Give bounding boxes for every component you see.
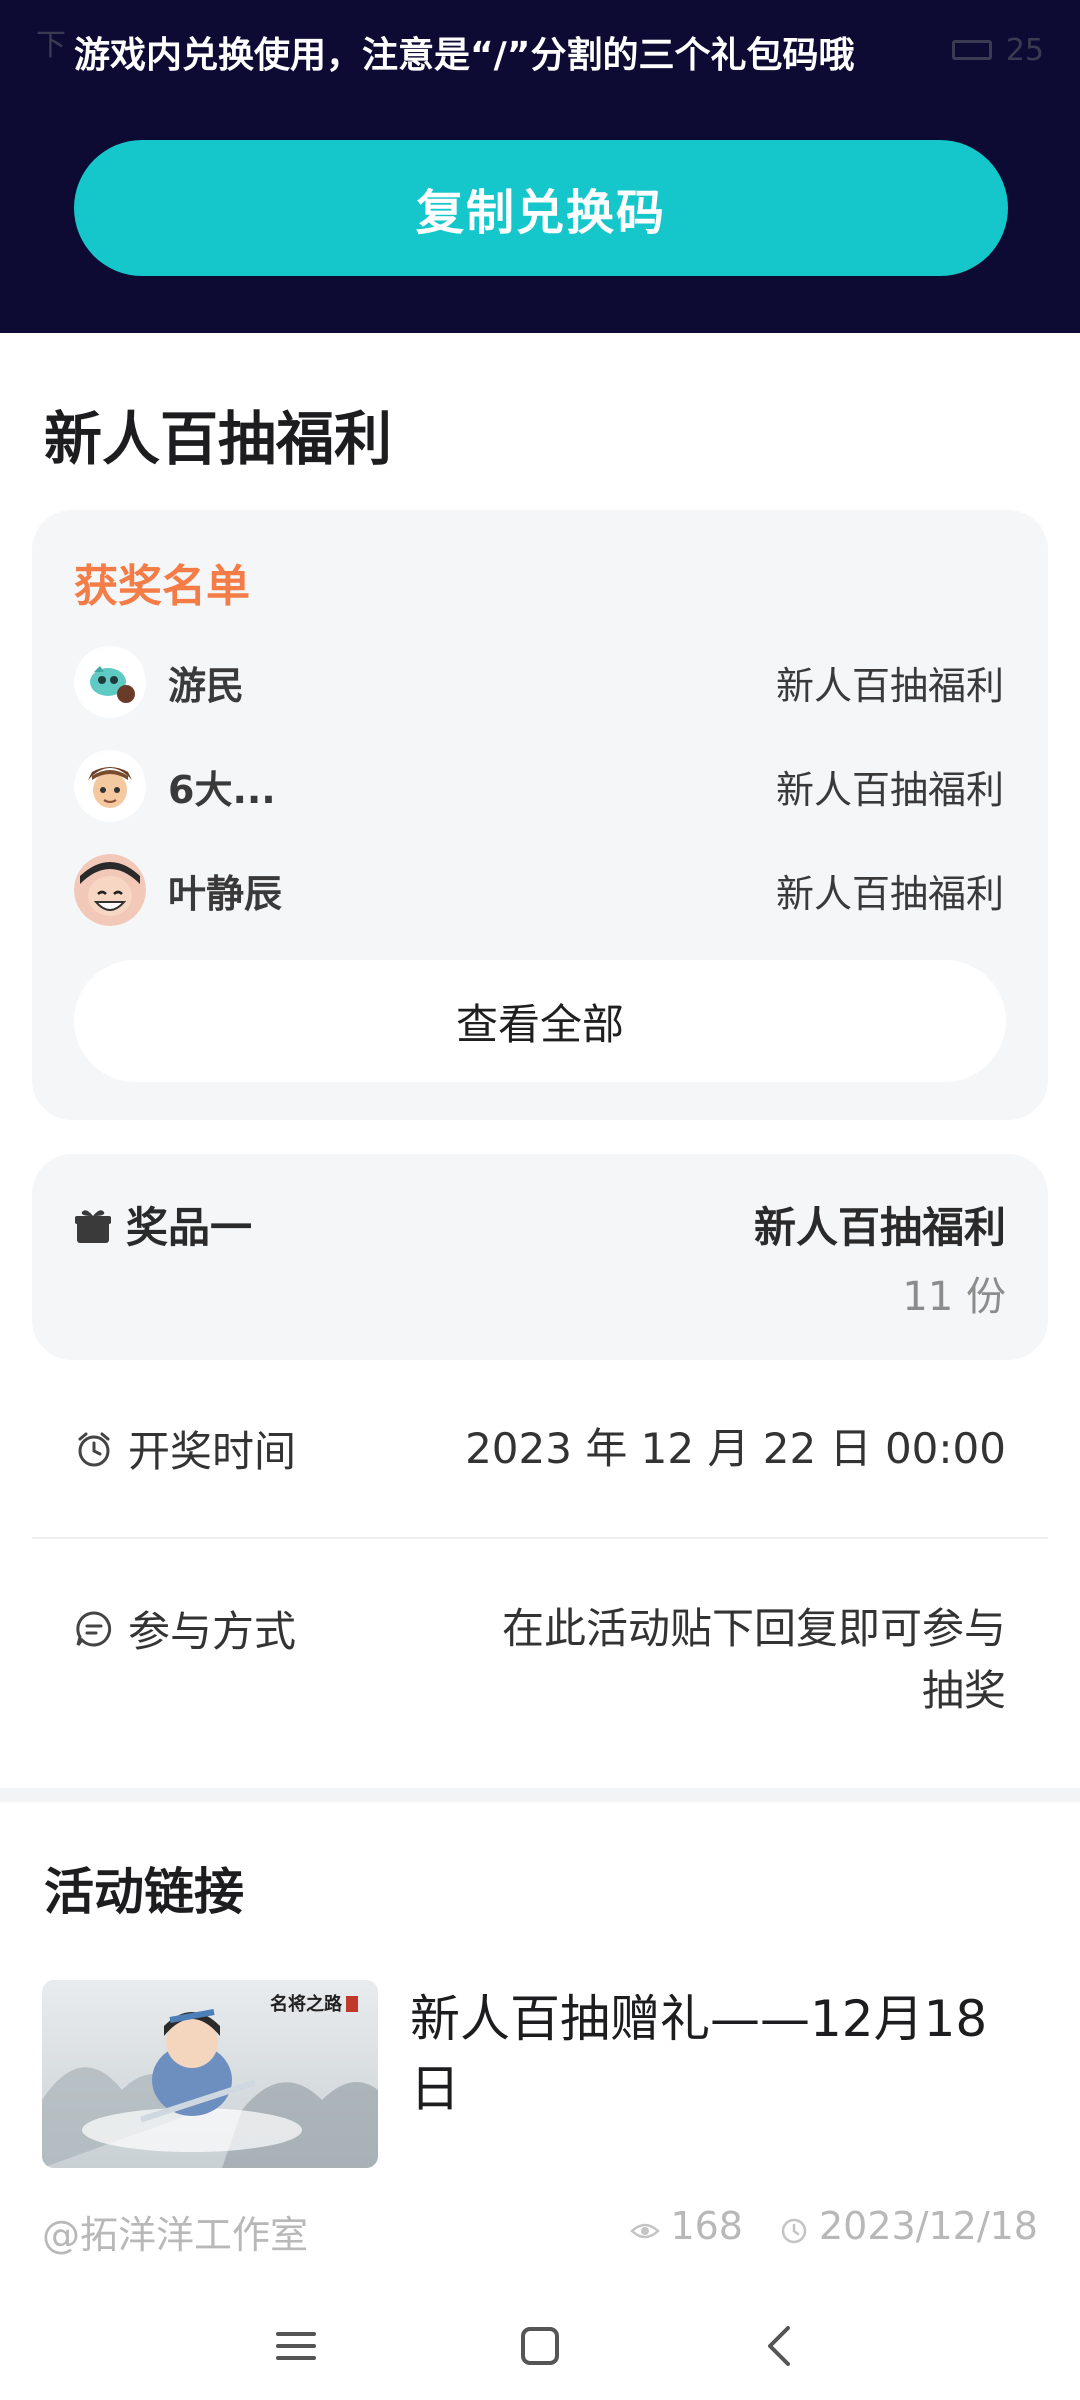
winners-card: 获奖名单 游民 新人百抽福利 6大... 新人百抽福利 叶静辰 新人百抽福利 查… <box>32 510 1048 1120</box>
activity-link-heading[interactable]: 新人百抽赠礼——12月18 日 <box>410 1984 1030 2124</box>
winner-row[interactable]: 6大... 新人百抽福利 <box>74 746 1004 826</box>
status-right: 25 <box>951 20 1044 80</box>
draw-time-label-text: 开奖时间 <box>128 1427 297 1476</box>
section-divider <box>0 1788 1080 1802</box>
battery-icon <box>951 40 992 60</box>
prize-card: 奖品一 新人百抽福利 11 份 <box>32 1154 1048 1360</box>
lottery-title: 新人百抽福利 <box>44 405 393 473</box>
winner-prize: 新人百抽福利 <box>775 663 1004 708</box>
winner-prize: 新人百抽福利 <box>775 871 1004 916</box>
activity-link-title: 活动链接 <box>44 1863 244 1921</box>
winners-title: 获奖名单 <box>74 561 250 612</box>
activity-link-heading-line: 日 <box>410 2060 460 2118</box>
redeem-hint: 游戏内兑换使用，注意是“/”分割的三个礼包码哦 <box>74 35 855 76</box>
prize-label: 奖品一 <box>74 1194 252 1255</box>
prize-label-text: 奖品一 <box>126 1203 253 1252</box>
view-all-button[interactable]: 查看全部 <box>74 960 1006 1082</box>
battery-level: 25 <box>1005 32 1044 68</box>
prize-name: 新人百抽福利 <box>753 1203 1006 1252</box>
chat-bubble-icon <box>74 1609 114 1649</box>
alarm-clock-icon <box>74 1429 114 1469</box>
eye-icon <box>630 2211 661 2241</box>
post-date: 2023/12/18 <box>818 2204 1038 2248</box>
view-count: 168 <box>670 2204 743 2248</box>
copy-code-button[interactable]: 复制兑换码 <box>74 140 1008 276</box>
avatar <box>74 646 146 718</box>
gift-icon <box>74 1206 112 1244</box>
top-banner: 下 25 游戏内兑换使用，注意是“/”分割的三个礼包码哦 复制兑换码 <box>0 0 1080 333</box>
clock-icon <box>779 2211 809 2244</box>
winner-prize: 新人百抽福利 <box>775 767 1004 812</box>
activity-thumbnail[interactable]: 名将之路 <box>42 1980 378 2168</box>
participation-label-text: 参与方式 <box>128 1607 297 1656</box>
author-name[interactable]: @拓洋洋工作室 <box>42 2204 308 2259</box>
draw-time-value: 2023 年 12 月 22 日 00:00 <box>465 1424 1006 1473</box>
participation-value-line: 在此活动贴下回复即可参与 <box>501 1604 1006 1653</box>
participation-value: 在此活动贴下回复即可参与 抽奖 <box>502 1598 1006 1722</box>
post-meta: 168 2023/12/18 <box>630 2204 1038 2248</box>
home-icon[interactable] <box>510 2318 570 2374</box>
draw-time-label: 开奖时间 <box>74 1418 296 1479</box>
status-left-text: 下 <box>36 28 66 63</box>
back-icon[interactable] <box>750 2318 810 2374</box>
system-nav-bar <box>0 2290 1080 2400</box>
winner-name: 游民 <box>168 663 245 708</box>
thumbnail-logo-text: 名将之路 <box>270 1993 343 2015</box>
participation-value-line: 抽奖 <box>921 1666 1006 1715</box>
avatar <box>74 854 146 926</box>
activity-link-heading-line: 新人百抽赠礼——12月18 <box>410 1990 988 2048</box>
winner-name: 叶静辰 <box>168 871 283 916</box>
menu-icon[interactable] <box>266 2318 326 2374</box>
avatar <box>74 750 146 822</box>
participation-label: 参与方式 <box>74 1598 296 1659</box>
winner-row[interactable]: 叶静辰 新人百抽福利 <box>74 850 1004 930</box>
winner-row[interactable]: 游民 新人百抽福利 <box>74 642 1004 722</box>
prize-count: 11 份 <box>902 1274 1006 1320</box>
divider <box>32 1537 1048 1539</box>
winner-name: 6大... <box>168 767 276 812</box>
